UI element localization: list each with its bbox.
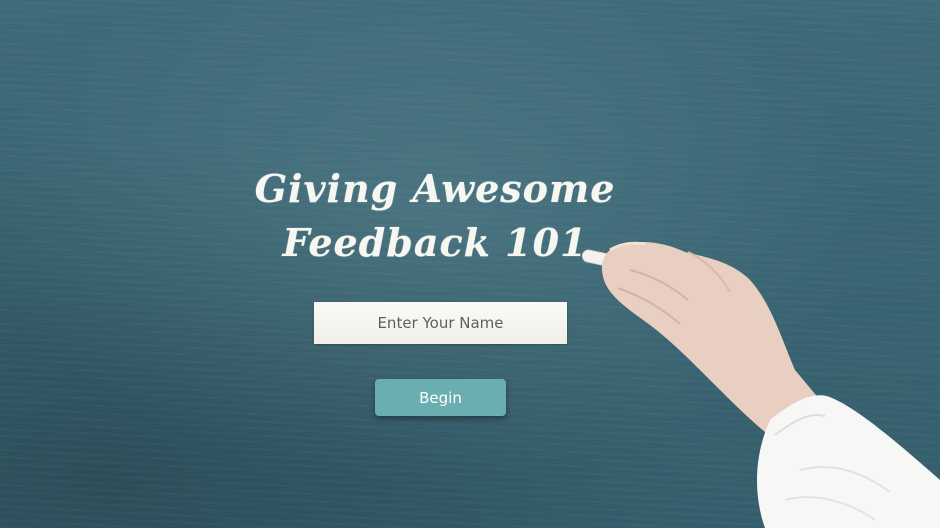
course-title-line-1: Giving Awesome	[254, 166, 616, 211]
name-input[interactable]	[314, 302, 567, 344]
begin-button[interactable]: Begin	[375, 379, 506, 416]
chalkboard-background: Giving Awesome Feedback 101 Begin	[0, 0, 940, 528]
shirt-sleeve-icon	[756, 395, 940, 528]
hand-holding-chalk-illustration	[581, 241, 940, 528]
